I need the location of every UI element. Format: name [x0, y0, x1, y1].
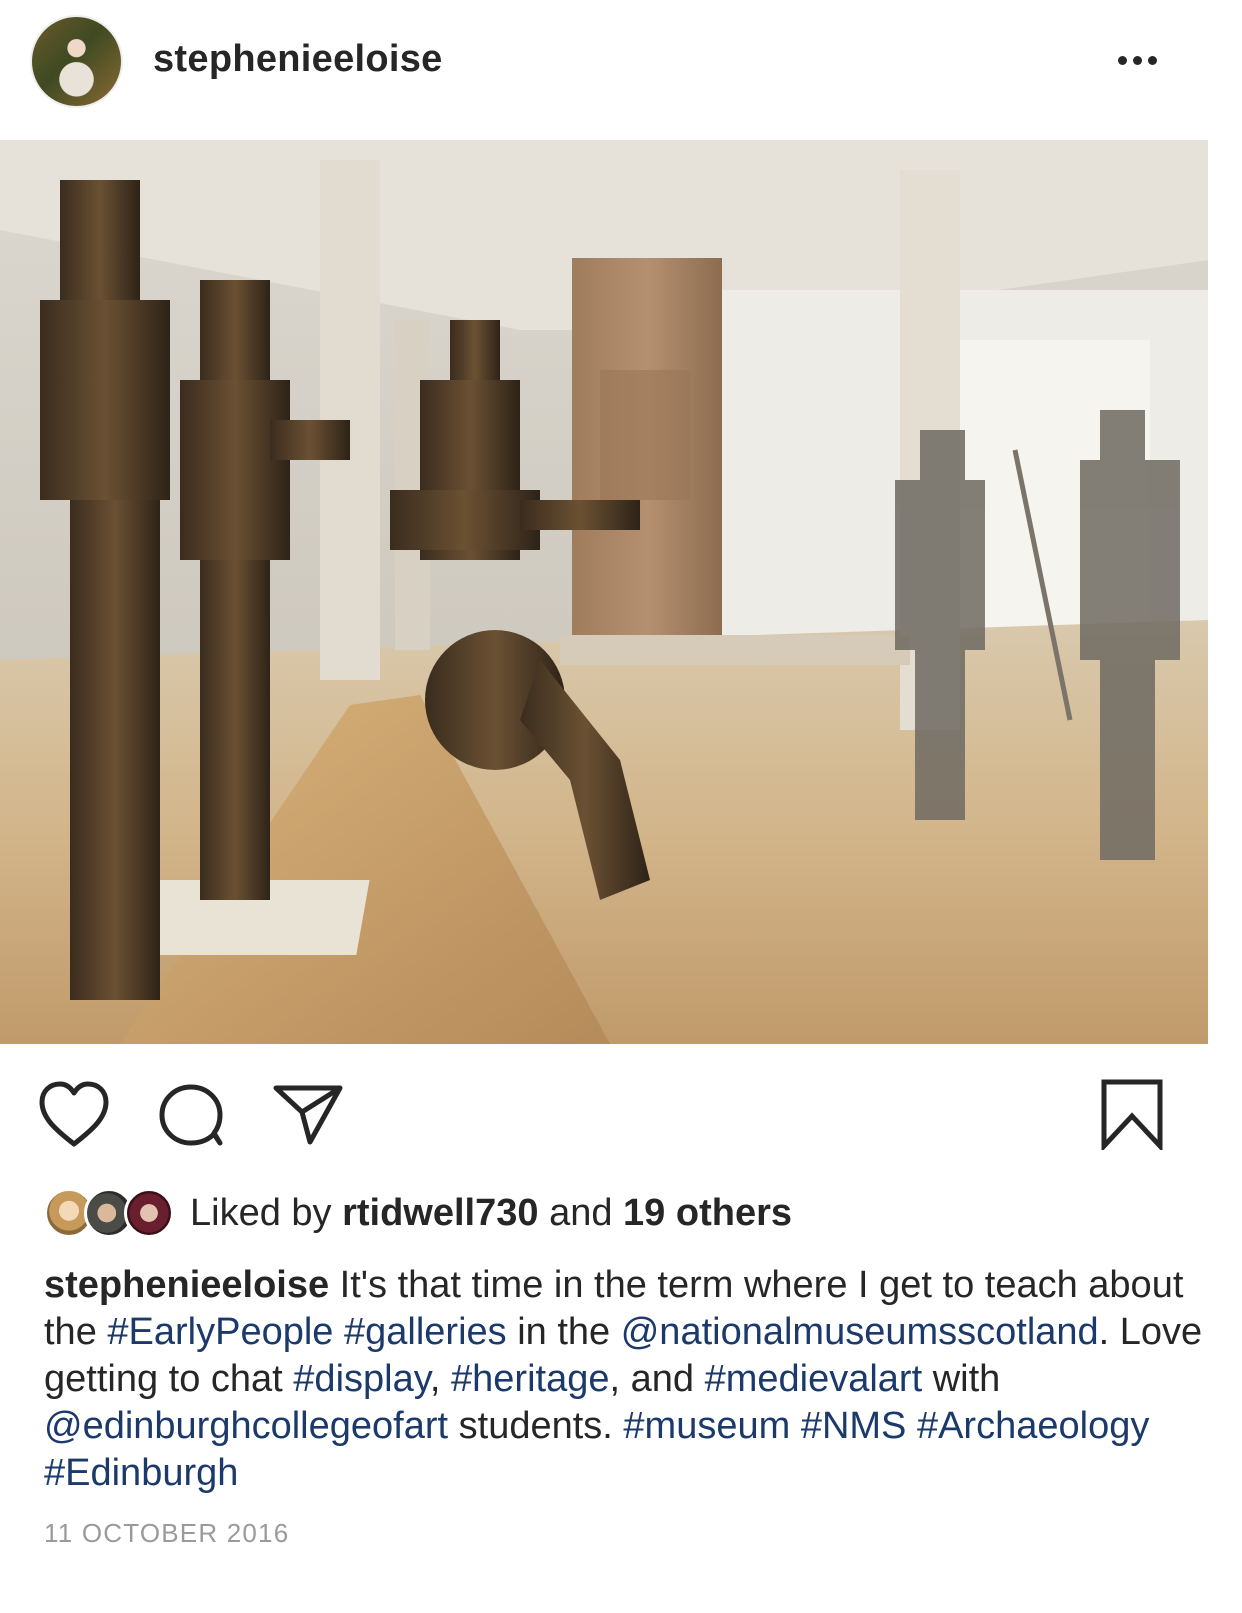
- caption-text: , and: [609, 1358, 705, 1400]
- liker-avatars: [44, 1187, 174, 1239]
- bookmark-icon[interactable]: [1100, 1078, 1164, 1153]
- instagram-post: stephenieeloise Liked by rtidwell730 and…: [0, 0, 1242, 1613]
- caption-text: in the: [506, 1311, 621, 1353]
- paper-plane-icon[interactable]: [272, 1082, 344, 1146]
- heart-icon[interactable]: [38, 1080, 110, 1148]
- hashtag-link[interactable]: #NMS: [801, 1405, 907, 1447]
- caption-text: [906, 1405, 917, 1447]
- post-photo[interactable]: [0, 140, 1208, 1044]
- liker-avatar: [124, 1188, 174, 1238]
- caption-text: [333, 1311, 344, 1353]
- post-caption: stephenieeloise It's that time in the te…: [44, 1262, 1204, 1497]
- likes-prefix: Liked by: [190, 1191, 343, 1234]
- caption-text: [790, 1405, 801, 1447]
- mention-link[interactable]: @edinburghcollegeofart: [44, 1405, 448, 1447]
- more-options-icon[interactable]: [1118, 48, 1168, 72]
- hashtag-link[interactable]: #medievalart: [705, 1358, 923, 1400]
- hashtag-link[interactable]: #heritage: [451, 1358, 609, 1400]
- likes-row[interactable]: Liked by rtidwell730 and 19 others: [44, 1186, 792, 1240]
- profile-avatar[interactable]: [30, 15, 123, 108]
- caption-username[interactable]: stephenieeloise: [44, 1264, 329, 1306]
- hashtag-link[interactable]: #EarlyPeople: [107, 1311, 333, 1353]
- caption-text: students.: [448, 1405, 624, 1447]
- post-header: stephenieeloise: [0, 0, 1242, 140]
- likes-text: Liked by rtidwell730 and 19 others: [190, 1192, 792, 1235]
- liker-username[interactable]: rtidwell730: [342, 1192, 538, 1234]
- hashtag-link[interactable]: #Archaeology: [917, 1405, 1149, 1447]
- comment-icon[interactable]: [156, 1082, 226, 1148]
- likes-others[interactable]: 19 others: [623, 1192, 792, 1234]
- caption-text: with: [922, 1358, 1001, 1400]
- dot: [1133, 55, 1142, 65]
- likes-middle: and: [538, 1191, 624, 1234]
- action-bar: [0, 1070, 1242, 1160]
- dot: [1118, 55, 1127, 65]
- post-username[interactable]: stephenieeloise: [153, 38, 443, 81]
- caption-text: ,: [429, 1358, 452, 1400]
- hashtag-link[interactable]: #museum: [623, 1405, 790, 1447]
- museum-gallery-image: [0, 140, 1208, 1044]
- hashtag-link[interactable]: #display: [293, 1358, 430, 1400]
- dot: [1148, 55, 1157, 65]
- hashtag-link[interactable]: #galleries: [344, 1311, 507, 1353]
- post-timestamp: 11 OCTOBER 2016: [44, 1518, 290, 1548]
- mention-link[interactable]: @nationalmuseumsscotland: [621, 1311, 1099, 1353]
- hashtag-link[interactable]: #Edinburgh: [44, 1452, 238, 1494]
